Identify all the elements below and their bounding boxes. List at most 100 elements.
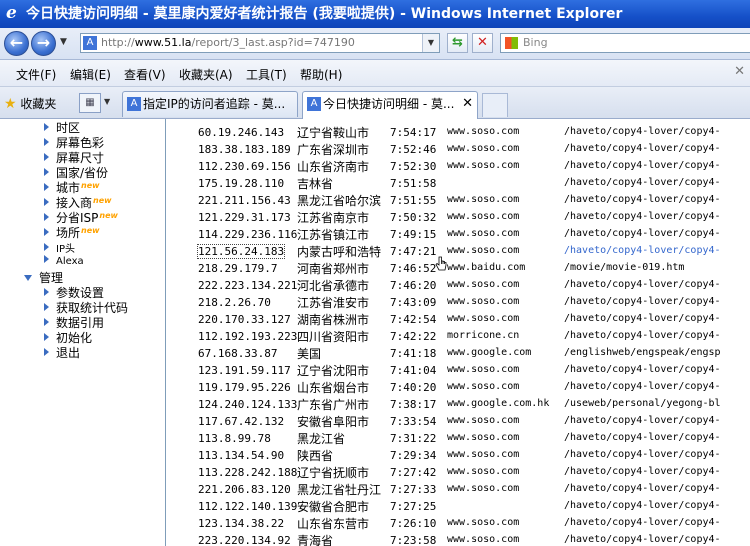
forward-arrow-icon[interactable]: → [31, 31, 56, 56]
visited-page-link[interactable]: /haveto/copy4-lover/copy4- [564, 500, 750, 511]
tab-visitor-trace[interactable]: A 指定IP的访问者追踪 - 莫... [122, 91, 298, 117]
source-link[interactable]: www.soso.com [447, 211, 563, 222]
sidebar-item-alexa[interactable]: Alexa [44, 255, 84, 267]
visit-time-cell: 7:43:09 [390, 296, 437, 309]
source-link[interactable]: www.soso.com [447, 126, 563, 137]
sidebar-item-ip-prefix[interactable]: IP头 [44, 240, 75, 255]
table-row: 121.229.31.173 江苏省南京市 7:50:32 www.soso.com /… [166, 209, 750, 226]
visited-page-link[interactable]: /haveto/copy4-lover/copy4- [564, 483, 750, 494]
location-cell: 湖南省株洲市 [297, 313, 370, 327]
expand-triangle-icon [44, 303, 49, 311]
visited-page-link[interactable]: /haveto/copy4-lover/copy4- [564, 449, 750, 460]
close-icon[interactable]: ✕ [462, 92, 473, 116]
visited-page-link[interactable]: /haveto/copy4-lover/copy4- [564, 415, 750, 426]
favorites-button[interactable]: ★ 收藏夹 [4, 95, 56, 112]
visited-page-link[interactable]: /useweb/personal/yegong-bl [564, 398, 750, 409]
expand-triangle-icon [44, 318, 49, 326]
back-arrow-icon[interactable]: ← [4, 31, 29, 56]
menu-tools[interactable]: 工具(T) [246, 66, 287, 83]
source-link[interactable]: www.google.com [447, 347, 563, 358]
visited-page-link[interactable]: /englishweb/engspeak/engsp [564, 347, 750, 358]
source-link[interactable]: www.soso.com [447, 415, 563, 426]
source-link[interactable]: www.soso.com [447, 364, 563, 375]
page-icon: A [83, 36, 97, 50]
menu-close-icon[interactable]: ✕ [734, 64, 745, 79]
visit-time-cell: 7:27:33 [390, 483, 437, 496]
visited-page-link[interactable]: /haveto/copy4-lover/copy4- [564, 534, 750, 545]
menu-view[interactable]: 查看(V) [124, 66, 166, 83]
location-cell: 江苏省镇江市 [297, 228, 370, 242]
visited-page-link[interactable]: /movie/movie-019.htm [564, 262, 750, 273]
source-link[interactable]: www.soso.com [447, 313, 563, 324]
menu-help[interactable]: 帮助(H) [300, 66, 342, 83]
visited-page-link[interactable]: /haveto/copy4-lover/copy4- [564, 432, 750, 443]
source-link[interactable]: www.soso.com [447, 466, 563, 477]
location-cell: 广东省深圳市 [297, 143, 370, 157]
visited-page-link[interactable]: /haveto/copy4-lover/copy4- [564, 313, 750, 324]
source-link[interactable]: www.soso.com [447, 160, 563, 171]
location-cell: 安徽省合肥市 [297, 500, 370, 514]
source-link[interactable]: www.soso.com [447, 296, 563, 307]
visited-page-link[interactable]: /haveto/copy4-lover/copy4- [564, 160, 750, 171]
source-link[interactable]: www.soso.com [447, 194, 563, 205]
ip-address-cell: 113.134.54.90 [198, 449, 285, 462]
search-input[interactable]: Bing [500, 33, 750, 53]
source-link[interactable]: www.soso.com [447, 534, 563, 545]
visited-page-link[interactable]: /haveto/copy4-lover/copy4- [564, 279, 750, 290]
refresh-icon[interactable]: ⇆ [447, 33, 468, 53]
visit-time-cell: 7:33:54 [390, 415, 437, 428]
recent-pages-dropdown-icon[interactable]: ▼ [60, 37, 67, 47]
stop-icon[interactable]: ✕ [472, 33, 493, 53]
expand-triangle-icon [44, 255, 49, 263]
visited-page-link[interactable]: /haveto/copy4-lover/copy4- [564, 126, 750, 137]
ip-address-cell: 222.223.134.221 [198, 279, 298, 292]
sidebar-item-logout[interactable]: 退出 [44, 344, 80, 361]
table-row: 221.206.83.120 黑龙江省牡丹江 7:27:33 www.soso.com… [166, 481, 750, 498]
address-bar[interactable]: A http://www.51.la/report/3_last.asp?id=… [80, 33, 440, 53]
star-icon: ★ [4, 96, 17, 112]
source-link[interactable]: www.soso.com [447, 432, 563, 443]
menu-edit[interactable]: 编辑(E) [70, 66, 111, 83]
page-icon: A [127, 97, 141, 111]
table-row: 221.211.156.43 黑龙江省哈尔滨 7:51:55 www.soso.com… [166, 192, 750, 209]
new-tab-button[interactable] [482, 93, 508, 117]
visit-time-cell: 7:41:04 [390, 364, 437, 377]
source-link[interactable]: www.soso.com [447, 143, 563, 154]
location-cell: 山东省烟台市 [297, 381, 370, 395]
visit-time-cell: 7:52:46 [390, 143, 437, 156]
source-link[interactable]: www.soso.com [447, 245, 563, 256]
visit-time-cell: 7:27:25 [390, 500, 437, 513]
visited-page-link[interactable]: /haveto/copy4-lover/copy4- [564, 228, 750, 239]
source-link[interactable]: www.soso.com [447, 483, 563, 494]
source-link[interactable]: www.soso.com [447, 449, 563, 460]
menu-favorites[interactable]: 收藏夹(A) [179, 66, 233, 83]
source-link[interactable]: www.soso.com [447, 381, 563, 392]
visited-page-link[interactable]: /haveto/copy4-lover/copy4- [564, 517, 750, 528]
visited-page-link[interactable]: /haveto/copy4-lover/copy4- [564, 330, 750, 341]
visited-page-link[interactable]: /haveto/copy4-lover/copy4- [564, 364, 750, 375]
visited-page-link[interactable]: /haveto/copy4-lover/copy4- [564, 194, 750, 205]
tab-list-dropdown-icon[interactable]: ▼ [104, 97, 110, 106]
sidebar-item-venue[interactable]: 场所new [44, 224, 100, 241]
visited-page-link[interactable]: /haveto/copy4-lover/copy4- [564, 296, 750, 307]
address-dropdown-icon[interactable]: ▼ [422, 34, 439, 52]
quick-tabs-icon[interactable]: ▦ [79, 93, 101, 113]
menu-file[interactable]: 文件(F) [16, 66, 56, 83]
visit-time-cell: 7:38:17 [390, 398, 437, 411]
tab-today-visits[interactable]: A 今日快捷访问明细 - 莫... ✕ [302, 91, 478, 119]
source-link[interactable]: www.google.com.hk [447, 398, 563, 409]
source-link[interactable]: www.soso.com [447, 279, 563, 290]
ip-address-cell: 121.229.31.173 [198, 211, 291, 224]
source-link[interactable]: morricone.cn [447, 330, 563, 341]
visited-page-link[interactable]: /haveto/copy4-lover/copy4- [564, 211, 750, 222]
visited-page-link[interactable]: /haveto/copy4-lover/copy4- [564, 143, 750, 154]
source-link[interactable]: www.baidu.com [447, 262, 563, 273]
visited-page-link[interactable]: /haveto/copy4-lover/copy4- [564, 466, 750, 477]
source-link[interactable]: www.soso.com [447, 517, 563, 528]
visit-time-cell: 7:51:58 [390, 177, 437, 190]
visited-page-link[interactable]: /haveto/copy4-lover/copy4- [564, 381, 750, 392]
source-link[interactable]: www.soso.com [447, 228, 563, 239]
window-title-bar[interactable]: e 今日快捷访问明细 - 莫里康内爱好者统计报告 (我要啦提供) - Windo… [0, 0, 750, 28]
visited-page-link[interactable]: /haveto/copy4-lover/copy4- [564, 177, 750, 188]
visited-page-link[interactable]: /haveto/copy4-lover/copy4- [564, 245, 750, 256]
